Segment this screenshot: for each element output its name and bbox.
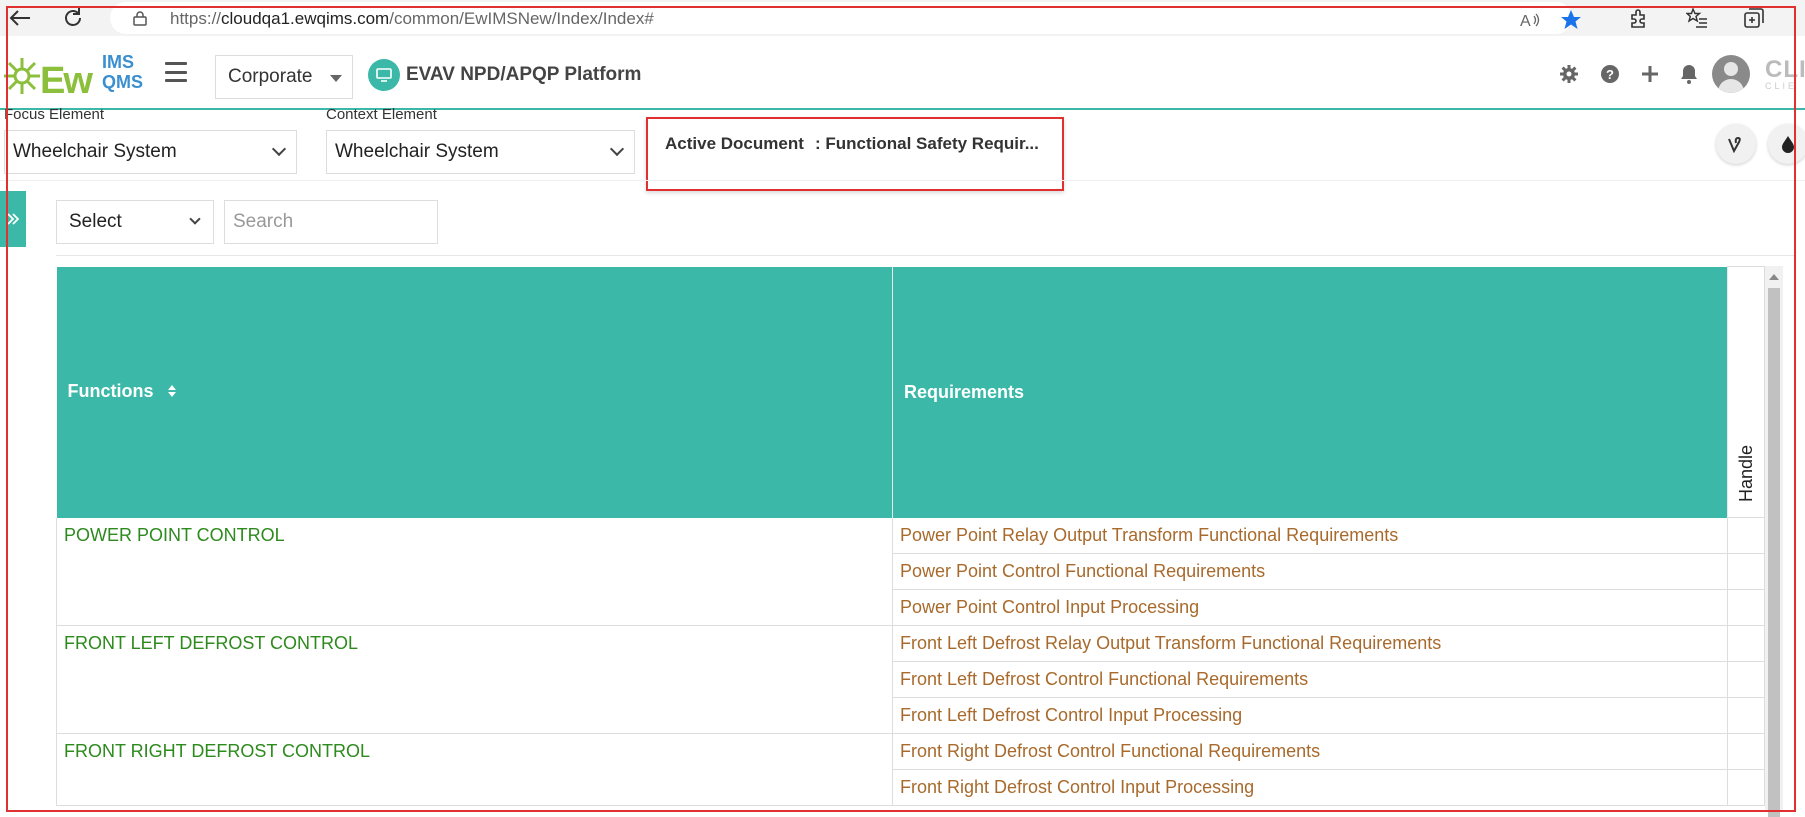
platform-label: EVAV NPD/APQP Platform [406,64,642,85]
expand-sidebar-icon[interactable] [0,191,26,247]
requirement-cell[interactable]: Power Point Relay Output Transform Funct… [892,517,1728,554]
chevron-down-icon [609,141,625,157]
requirement-link[interactable]: Power Point Control Input Processing [900,597,1199,617]
requirement-cell[interactable]: Power Point Control Functional Requireme… [892,553,1728,590]
requirement-cell[interactable]: Front Right Defrost Control Functional R… [892,733,1728,770]
filter-separator [56,255,1796,256]
function-label[interactable]: FRONT LEFT DEFROST CONTROL [64,633,358,653]
back-arrow-icon[interactable] [8,6,32,30]
help-question-icon[interactable]: ? [1598,62,1622,86]
logo-ims-text: IMS [102,52,135,72]
table-row: POWER POINT CONTROL Power Point Relay Ou… [56,517,1765,626]
requirement-link[interactable]: Front Left Defrost Relay Output Transfor… [900,633,1441,653]
function-label[interactable]: FRONT RIGHT DEFROST CONTROL [64,741,370,761]
section-divider [0,180,1805,181]
chevron-down-icon [271,141,287,157]
active-document-label: Active Document [665,134,804,153]
functions-header-label: Functions [67,381,154,402]
extensions-icon[interactable] [1626,5,1652,31]
svg-text:?: ? [1606,67,1614,82]
handle-cell[interactable] [1727,553,1765,590]
filter-select[interactable]: Select [56,200,214,244]
ewims-logo[interactable]: Ew IMS QMS [0,50,150,102]
handle-header-label: Handle [1735,444,1756,502]
function-cell[interactable]: FRONT LEFT DEFROST CONTROL [56,625,893,734]
handle-cell[interactable] [1727,697,1765,734]
caret-down-icon [330,75,342,82]
notifications-bell-icon[interactable] [1677,62,1701,86]
sort-icon[interactable] [167,382,177,403]
client-logo-subtext: CLIE [1765,81,1798,91]
monitor-icon [368,59,400,91]
requirement-cell[interactable]: Front Right Defrost Control Input Proces… [892,769,1728,806]
browser-toolbar: https://cloudqa1.ewqims.com/common/EwIMS… [0,0,1805,36]
requirement-link[interactable]: Front Right Defrost Control Input Proces… [900,777,1254,797]
context-element-select[interactable]: Wheelchair System [326,130,635,174]
active-document-value: : Functional Safety Requir... [815,134,1039,153]
vine-icon[interactable] [1716,124,1756,164]
focus-element-select[interactable]: Wheelchair System [4,130,297,174]
requirement-cell[interactable]: Front Left Defrost Relay Output Transfor… [892,625,1728,662]
handle-cell[interactable] [1727,589,1765,626]
requirements-column-header: Requirements [892,266,1728,518]
droplet-icon[interactable] [1768,124,1805,164]
chevron-down-icon [189,213,201,225]
handle-cell[interactable] [1727,769,1765,806]
requirement-link[interactable]: Front Left Defrost Control Input Process… [900,705,1242,725]
user-avatar[interactable] [1712,55,1750,93]
organization-select[interactable]: Corporate [215,55,353,99]
favorite-star-icon[interactable] [1558,7,1584,33]
scroll-up-icon[interactable] [1769,274,1779,280]
reload-icon[interactable] [60,5,86,31]
menu-hamburger-icon[interactable] [165,62,187,82]
scrollbar-thumb[interactable] [1768,288,1780,817]
requirement-cell[interactable]: Front Left Defrost Control Functional Re… [892,661,1728,698]
requirement-link[interactable]: Power Point Relay Output Transform Funct… [900,525,1398,545]
app-header: Ew IMS QMS Corporate EVAV NPD/APQP Platf… [0,38,1805,110]
svg-text:A: A [1520,13,1531,29]
table-scrollbar[interactable] [1765,266,1783,817]
functions-column-header[interactable]: Functions [56,266,893,518]
favorites-list-icon[interactable] [1684,5,1710,31]
settings-gear-icon[interactable] [1557,62,1581,86]
requirements-header-label: Requirements [904,381,1025,402]
handle-cell[interactable] [1727,733,1765,770]
handle-cell[interactable] [1727,661,1765,698]
lock-icon [132,10,148,26]
requirement-cell[interactable]: Power Point Control Input Processing [892,589,1728,626]
filter-select-value: Select [69,211,122,232]
functions-requirements-table: Functions Requirements Handle POWER POIN… [56,266,1765,806]
focus-element-value: Wheelchair System [13,141,177,162]
logo-ew-text: Ew [40,60,93,102]
function-cell[interactable]: FRONT RIGHT DEFROST CONTROL [56,733,893,806]
function-label[interactable]: POWER POINT CONTROL [64,525,285,545]
url-text: https://cloudqa1.ewqims.com/common/EwIMS… [170,9,654,28]
handle-cell[interactable] [1727,517,1765,554]
requirement-cell[interactable]: Front Left Defrost Control Input Process… [892,697,1728,734]
requirement-link[interactable]: Power Point Control Functional Requireme… [900,561,1265,581]
platform-title[interactable]: EVAV NPD/APQP Platform [368,59,641,91]
requirement-link[interactable]: Front Right Defrost Control Functional R… [900,741,1320,761]
client-logo-text: CLIE [1765,56,1805,83]
add-plus-icon[interactable] [1638,62,1662,86]
focus-element-label: Focus Element [4,106,105,123]
context-element-label: Context Element [326,106,437,123]
collections-icon[interactable] [1741,5,1767,31]
table-header-row: Functions Requirements Handle [56,266,1765,518]
table-row: FRONT LEFT DEFROST CONTROL Front Left De… [56,625,1765,734]
sun-logo-icon [4,58,40,94]
logo-qms-text: QMS [102,72,144,92]
context-element-value: Wheelchair System [335,141,499,162]
table-row: FRONT RIGHT DEFROST CONTROL Front Right … [56,733,1765,806]
read-aloud-icon[interactable]: A [1517,7,1543,33]
search-input[interactable] [224,200,438,244]
address-bar[interactable]: https://cloudqa1.ewqims.com/common/EwIMS… [110,2,1581,34]
handle-cell[interactable] [1727,625,1765,662]
handle-column-header: Handle [1727,266,1765,518]
requirement-link[interactable]: Front Left Defrost Control Functional Re… [900,669,1308,689]
organization-select-value: Corporate [228,66,313,87]
function-cell[interactable]: POWER POINT CONTROL [56,517,893,626]
